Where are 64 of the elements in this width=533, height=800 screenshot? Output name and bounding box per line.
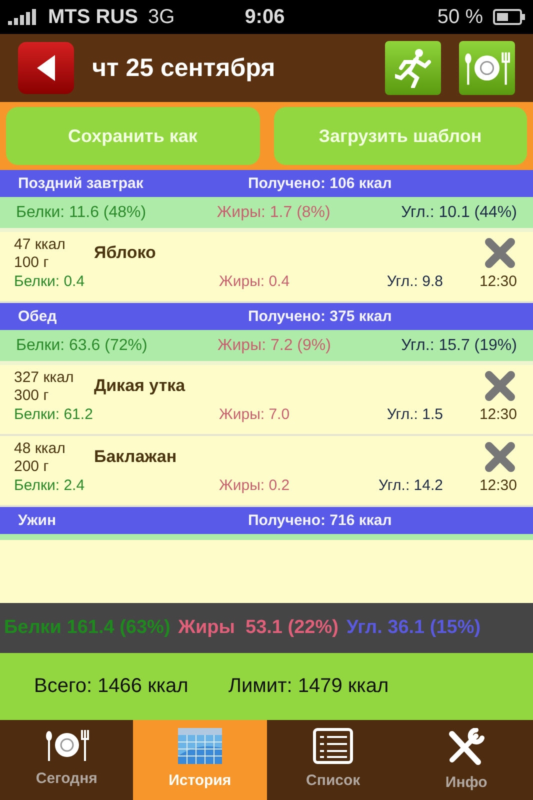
activity-button[interactable] [385,41,441,95]
total-fat: Жиры 53.1 (22%) [178,617,338,639]
delete-button[interactable] [483,440,517,474]
food-protein: Белки: 61.2 [14,406,93,425]
signal-icon [8,9,38,25]
food-calories: 327 ккал [14,368,75,386]
food-weight: 300 г [14,387,50,404]
back-arrow-icon [37,55,55,81]
list-icon [313,728,354,764]
battery-icon [493,9,525,25]
food-name: Дикая утка [94,376,186,396]
meal-name: Ужин [17,512,58,529]
food-fat: Жиры: 7.0 [219,406,291,425]
meal-button[interactable] [459,41,515,95]
food-carbs: Угл.: 1.5 [386,406,444,425]
meal-name: Поздний завтрак [17,175,144,192]
macro-value: Белки: 63.6 (72%) [16,336,148,354]
carrier-name: MTS RUS [48,6,138,28]
food-time: 12:30 [478,406,517,425]
food-protein: Белки: 0.4 [14,273,85,292]
meal-calories: Получено: 716 ккал [248,512,392,529]
macro-value: Белки: 11.6 (48%) [16,204,146,222]
food-carbs: Угл.: 9.8 [386,273,444,292]
food-name: Баклажан [94,446,178,466]
plate-cutlery-icon [44,728,89,762]
food-calories: 47 ккал [14,236,66,252]
macro-value: Жиры: 7.2 (9%) [217,336,331,354]
close-icon [483,440,517,474]
meal-name: Обед [17,308,58,325]
food-time: 12:30 [478,477,517,496]
tab-button[interactable]: Сегодня [0,720,134,800]
macro-value: Угл.: 10.1 (44%) [401,204,517,222]
delete-button[interactable] [483,368,517,402]
total-protein: Белки 161.4 (63%) [4,617,170,639]
macro-value: Жиры: 1.7 (8%) [216,204,330,222]
meal-calories: Получено: 106 ккал [248,175,392,192]
clock-time: 9:06 [244,6,286,28]
tab-button[interactable]: Инфо [400,720,533,800]
total-carbs: Угл. 36.1 (15%) [346,617,481,639]
delete-button[interactable] [483,236,517,270]
network-type: 3G [148,6,175,28]
food-row[interactable]: 327 ккал 300 г Дикая утка Белки: 61.2 Жиры: 7.0 Угл.: 1.5 12:30 [0,365,533,436]
calendar-icon [178,728,222,764]
date-title: чт 25 сентября [92,54,276,82]
meal-calories: Получено: 375 ккал [248,308,392,325]
food-name: Яблоко [94,242,157,262]
food-weight: 200 г [14,458,50,476]
calorie-limit: Лимит: 1479 ккал [228,675,389,698]
macro-value: Угл.: 15.7 (19%) [401,336,517,354]
battery-percent: 50 % [437,6,483,28]
runner-icon [395,48,431,88]
food-carbs: Угл.: 14.2 [378,477,444,496]
back-button[interactable] [18,42,74,94]
food-time: 12:30 [478,273,517,292]
tab-button[interactable]: Список [266,720,400,800]
food-protein: Белки: 2.4 [14,477,85,496]
food-fat: Жиры: 0.4 [219,273,291,292]
tools-icon [446,728,486,766]
close-icon [483,368,517,402]
total-calories: Всего: 1466 ккал [34,675,188,698]
food-weight: 100 г [14,254,50,272]
close-icon [483,236,517,270]
food-calories: 48 ккал [14,440,66,456]
food-fat: Жиры: 0.2 [219,477,291,496]
